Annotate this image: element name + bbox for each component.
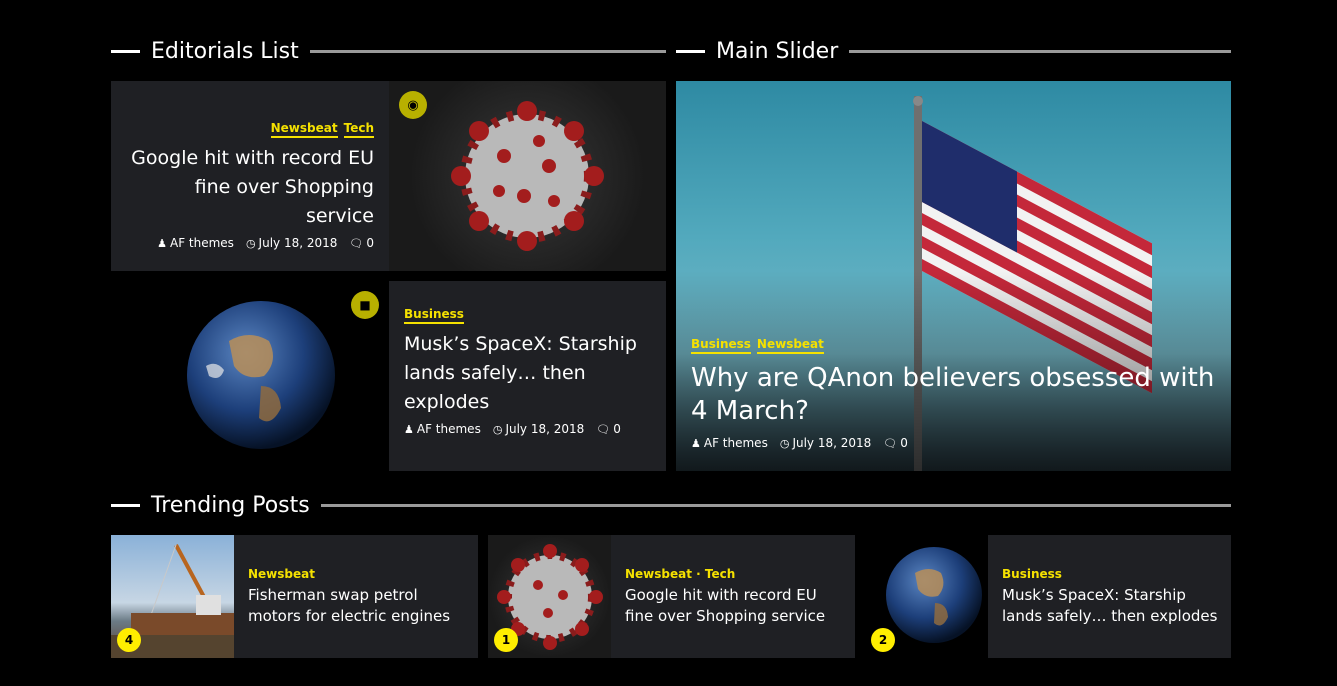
editorial-image[interactable]: ■	[111, 281, 389, 471]
category-link[interactable]: Newsbeat · Tech	[625, 567, 843, 581]
earth-image	[187, 301, 335, 449]
author-name: AF themes	[703, 436, 768, 450]
heading-dash	[111, 503, 140, 507]
user-icon: ♟	[404, 423, 414, 436]
video-badge: ■	[351, 291, 379, 319]
trending-thumbnail[interactable]: 2	[865, 535, 988, 658]
trending-title[interactable]: Google hit with record EU fine over Shop…	[625, 585, 843, 627]
editorial-title[interactable]: Google hit with record EU fine over Shop…	[131, 144, 374, 231]
date-meta: ◷ July 18, 2018	[246, 236, 337, 250]
editorial-card-1[interactable]: Newsbeat Tech Google hit with record EU …	[111, 81, 666, 271]
author-meta[interactable]: ♟ AF themes	[157, 236, 234, 250]
heading-dash	[676, 49, 705, 53]
video-icon: ■	[359, 298, 371, 312]
comment-count: 0	[900, 436, 908, 450]
comment-icon: 🗨	[349, 237, 364, 250]
trending-item[interactable]: 1 Newsbeat · Tech Google hit with record…	[488, 535, 855, 658]
comments-meta[interactable]: 🗨 0	[883, 436, 908, 450]
editorial-text: Business Musk’s SpaceX: Starship lands s…	[404, 307, 649, 436]
post-meta: ♟ AF themes ◷ July 18, 2018 🗨 0	[404, 422, 649, 436]
camera-badge: ◉	[399, 91, 427, 119]
author-meta[interactable]: ♟ AF themes	[404, 422, 481, 436]
trending-thumbnail[interactable]: 4	[111, 535, 234, 658]
comment-icon: 🗨	[596, 423, 611, 436]
trending-item[interactable]: 2 Business Musk’s SpaceX: Starship lands…	[865, 535, 1231, 658]
trending-text: Business Musk’s SpaceX: Starship lands s…	[1002, 567, 1219, 627]
author-name: AF themes	[169, 236, 234, 250]
rank-badge: 1	[494, 628, 518, 652]
editorial-categories: Business	[404, 307, 649, 324]
editorial-categories: Newsbeat Tech	[131, 121, 374, 138]
post-meta: ♟ AF themes ◷ July 18, 2018 🗨 0	[131, 236, 374, 250]
rank-badge: 4	[117, 628, 141, 652]
slider-text: Business Newsbeat Why are QAnon believer…	[691, 337, 1221, 450]
slider-categories: Business Newsbeat	[691, 337, 1221, 354]
post-date: July 18, 2018	[792, 436, 872, 450]
heading-line	[309, 49, 666, 53]
editorial-text: Newsbeat Tech Google hit with record EU …	[131, 121, 374, 250]
rank-badge: 2	[871, 628, 895, 652]
heading-line	[320, 503, 1231, 507]
comment-count: 0	[366, 236, 374, 250]
comments-meta[interactable]: 🗨 0	[596, 422, 621, 436]
camera-icon: ◉	[407, 97, 419, 113]
trending-item[interactable]: 4 Newsbeat Fisherman swap petrol motors …	[111, 535, 478, 658]
category-link[interactable]: Newsbeat	[270, 121, 338, 138]
date-meta: ◷ July 18, 2018	[780, 436, 871, 450]
category-link[interactable]: Business	[691, 337, 751, 354]
trending-text: Newsbeat Fisherman swap petrol motors fo…	[248, 567, 466, 627]
post-date: July 18, 2018	[505, 422, 585, 436]
slider-heading-text: Main Slider	[716, 38, 839, 64]
virus-image	[451, 101, 604, 251]
category-link[interactable]: Newsbeat	[756, 337, 824, 354]
post-meta: ♟ AF themes ◷ July 18, 2018 🗨 0	[691, 436, 1221, 450]
comment-count: 0	[613, 422, 621, 436]
clock-icon: ◷	[245, 237, 256, 250]
editorials-heading-text: Editorials List	[151, 38, 299, 64]
category-link[interactable]: Business	[1002, 567, 1219, 581]
author-meta[interactable]: ♟ AF themes	[691, 436, 768, 450]
trending-heading-text: Trending Posts	[151, 492, 310, 518]
editorial-card-2[interactable]: ■ Business Musk’s SpaceX: Starship lands…	[111, 281, 666, 471]
category-link[interactable]: Newsbeat	[248, 567, 466, 581]
trending-thumbnail[interactable]: 1	[488, 535, 611, 658]
trending-title[interactable]: Fisherman swap petrol motors for electri…	[248, 585, 466, 627]
heading-dash	[111, 49, 140, 53]
author-name: AF themes	[416, 422, 481, 436]
slider-title[interactable]: Why are QAnon believers obsessed with 4 …	[691, 362, 1221, 428]
editorials-heading: Editorials List	[111, 36, 666, 66]
clock-icon: ◷	[779, 437, 790, 450]
trending-text: Newsbeat · Tech Google hit with record E…	[625, 567, 843, 627]
trending-title[interactable]: Musk’s SpaceX: Starship lands safely… th…	[1002, 585, 1219, 627]
main-slider[interactable]: Business Newsbeat Why are QAnon believer…	[676, 81, 1231, 471]
slider-heading: Main Slider	[676, 36, 1231, 66]
category-link[interactable]: Business	[404, 307, 464, 324]
editorial-title[interactable]: Musk’s SpaceX: Starship lands safely… th…	[404, 330, 649, 417]
post-date: July 18, 2018	[258, 236, 338, 250]
trending-heading: Trending Posts	[111, 490, 1231, 520]
clock-icon: ◷	[492, 423, 503, 436]
date-meta: ◷ July 18, 2018	[493, 422, 584, 436]
category-link[interactable]: Tech	[343, 121, 374, 138]
heading-line	[849, 49, 1231, 53]
comment-icon: 🗨	[883, 437, 898, 450]
editorial-image[interactable]: ◉	[389, 81, 666, 271]
comments-meta[interactable]: 🗨 0	[349, 236, 374, 250]
user-icon: ♟	[691, 437, 701, 450]
user-icon: ♟	[157, 237, 167, 250]
